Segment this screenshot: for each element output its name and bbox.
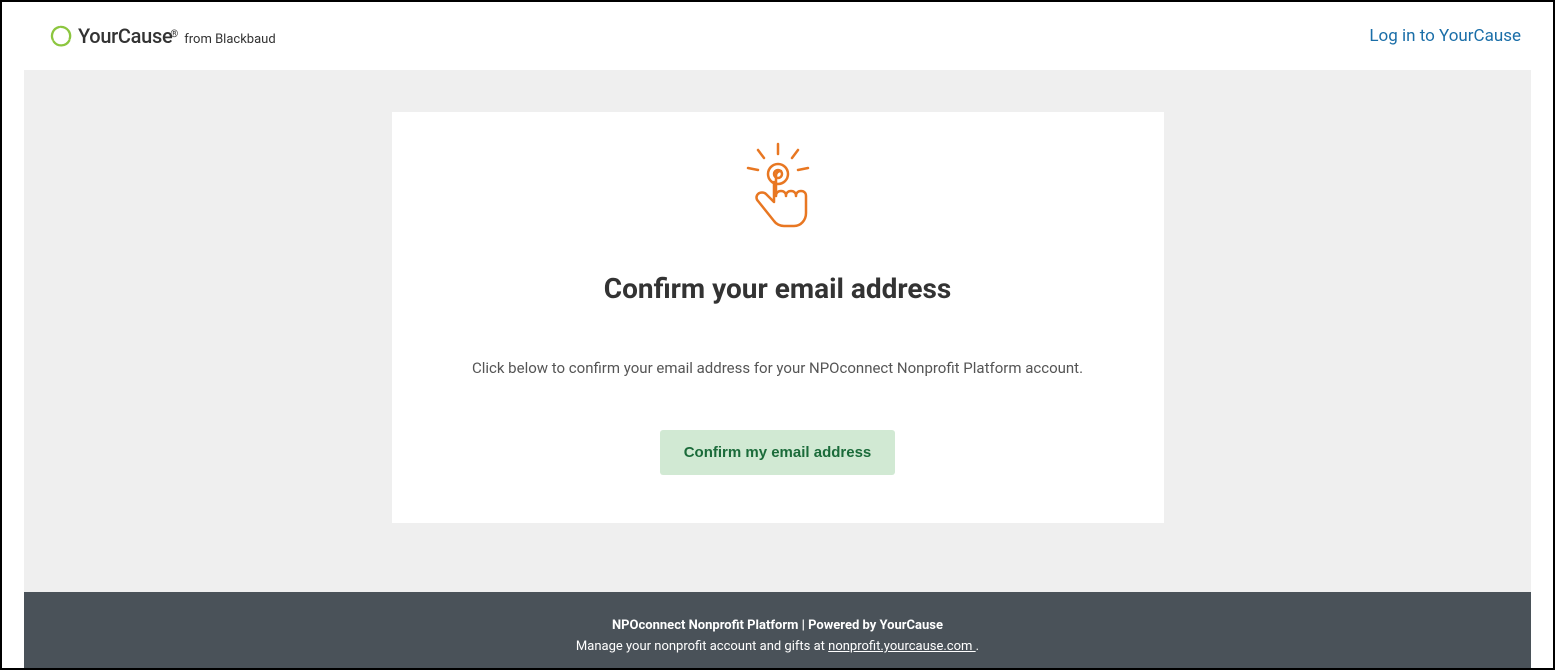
brand-text: YourCause® from Blackbaud (78, 24, 276, 48)
footer-nonprofit-link[interactable]: nonprofit.yourcause.com (828, 639, 976, 654)
footer: NPOconnect Nonprofit Platform | Powered … (24, 592, 1531, 668)
header: YourCause® from Blackbaud Log in to Your… (2, 2, 1553, 70)
brand-secondary: from Blackbaud (184, 32, 275, 47)
confirm-email-card: Confirm your email address Click below t… (392, 112, 1164, 523)
card-title: Confirm your email address (604, 272, 951, 305)
footer-line2: Manage your nonprofit account and gifts … (24, 637, 1531, 658)
brand-registered-mark: ® (170, 29, 178, 40)
confirm-email-button[interactable]: Confirm my email address (660, 430, 896, 475)
brand-primary: YourCause (78, 24, 172, 48)
footer-line1: NPOconnect Nonprofit Platform | Powered … (24, 616, 1531, 637)
login-link[interactable]: Log in to YourCause (1369, 26, 1521, 46)
click-hand-icon (738, 142, 818, 242)
card-body: Click below to confirm your email addres… (472, 357, 1083, 380)
footer-line2-prefix: Manage your nonprofit account and gifts … (576, 639, 828, 654)
content-area: Confirm your email address Click below t… (24, 70, 1531, 592)
logo-circle-icon (50, 25, 72, 47)
brand-logo: YourCause® from Blackbaud (50, 24, 276, 48)
footer-line2-suffix: . (976, 639, 979, 654)
